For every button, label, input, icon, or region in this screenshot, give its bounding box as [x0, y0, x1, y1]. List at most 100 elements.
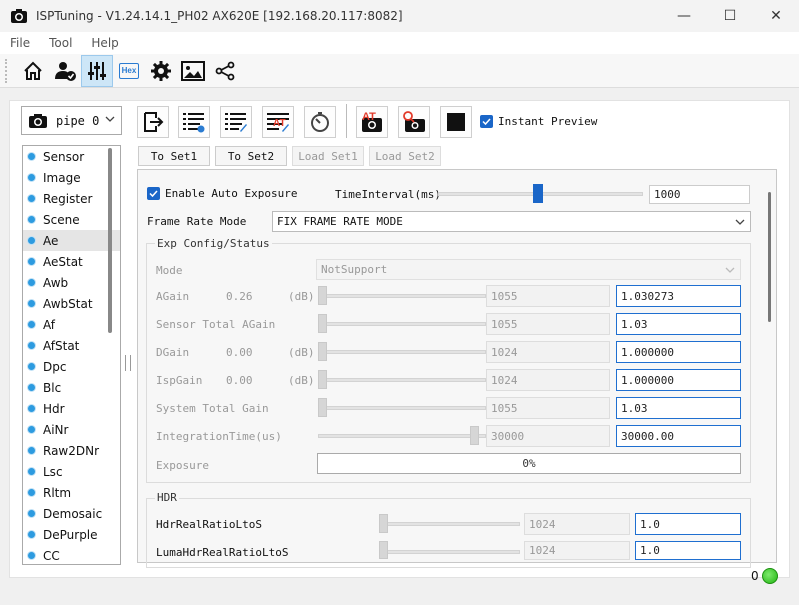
sliders-icon[interactable]	[81, 54, 113, 87]
again-raw-field: 1055	[486, 285, 610, 307]
list-check-button[interactable]	[178, 106, 210, 138]
luma-hdr-ratio-slider[interactable]	[381, 550, 520, 554]
hdr-ratio-slider[interactable]	[381, 522, 520, 526]
ispgain-label: IspGain	[156, 374, 203, 387]
gear-icon[interactable]	[145, 55, 177, 87]
dot-icon	[28, 300, 35, 307]
capture-button[interactable]	[398, 106, 430, 138]
dgain-real-input[interactable]: 1.000000	[616, 341, 741, 363]
menu-bar: File Tool Help	[0, 32, 799, 54]
splitter-handle[interactable]	[125, 355, 131, 371]
user-check-icon[interactable]	[49, 55, 81, 87]
sidebar-item-blc[interactable]: Blc	[23, 377, 120, 398]
sidebar-item-ainr[interactable]: AiNr	[23, 419, 120, 440]
sidebar-item-label: Rltm	[43, 485, 72, 500]
to-set1-button[interactable]: To Set1	[138, 146, 210, 166]
sensor-total-again-raw-field: 1055	[486, 313, 610, 335]
dot-icon	[28, 426, 35, 433]
stop-button[interactable]	[440, 106, 472, 138]
hdr-ratio-real-input[interactable]: 1.0	[635, 513, 741, 535]
frame-rate-mode-select[interactable]: FIX FRAME RATE MODE	[272, 211, 751, 232]
sensor-total-again-slider[interactable]	[318, 322, 486, 326]
integration-time-real-input[interactable]: 30000.00	[616, 425, 741, 447]
system-total-gain-real-input[interactable]: 1.03	[616, 397, 741, 419]
luma-hdr-ratio-real-input[interactable]: 1.0	[635, 541, 741, 560]
hdr-ratio-slider-handle[interactable]	[379, 514, 388, 533]
sidebar-item-image[interactable]: Image	[23, 167, 120, 188]
image-icon[interactable]	[177, 55, 209, 87]
sidebar-item-afstat[interactable]: AfStat	[23, 335, 120, 356]
load-set2-button[interactable]: Load Set2	[369, 146, 441, 166]
to-set2-button[interactable]: To Set2	[215, 146, 287, 166]
status-count: 0	[751, 569, 759, 583]
system-total-gain-slider[interactable]	[318, 406, 486, 410]
menu-help[interactable]: Help	[81, 36, 127, 50]
ispgain-slider-handle[interactable]	[318, 370, 327, 389]
ispgain-slider[interactable]	[318, 378, 486, 382]
list-edit-button[interactable]	[220, 106, 252, 138]
sidebar-item-cc[interactable]: CC	[23, 545, 120, 564]
sensor-total-again-real-input[interactable]: 1.03	[616, 313, 741, 335]
system-total-gain-slider-handle[interactable]	[318, 398, 327, 417]
auto-tune-list-button[interactable]: AT	[262, 106, 294, 138]
sidebar-item-ae[interactable]: Ae	[23, 230, 120, 251]
sidebar-item-af[interactable]: Af	[23, 314, 120, 335]
sidebar-scrollbar[interactable]	[108, 148, 112, 333]
time-interval-input[interactable]: 1000	[649, 185, 750, 204]
window-title: ISPTuning - V1.24.14.1_PH02 AX620E [192.…	[36, 9, 403, 23]
menu-tool[interactable]: Tool	[39, 36, 81, 50]
sidebar-item-rltm[interactable]: Rltm	[23, 482, 120, 503]
sidebar-item-hdr[interactable]: Hdr	[23, 398, 120, 419]
sidebar-item-sensor[interactable]: Sensor	[23, 146, 120, 167]
export-button[interactable]	[137, 106, 169, 138]
integration-time-slider[interactable]	[318, 434, 486, 438]
minimize-button[interactable]: —	[661, 0, 707, 32]
home-icon[interactable]	[17, 55, 49, 87]
share-icon[interactable]	[209, 55, 241, 87]
dgain-label: DGain	[156, 346, 190, 359]
dot-icon	[28, 174, 35, 181]
dot-icon	[28, 321, 35, 328]
enable-auto-exposure-checkbox[interactable]: Enable Auto Exposure	[147, 187, 297, 200]
again-slider-handle[interactable]	[318, 286, 327, 305]
sidebar-item-label: Demosaic	[43, 506, 103, 521]
sidebar-item-depurple[interactable]: DePurple	[23, 524, 120, 545]
luma-hdr-ratio-slider-handle[interactable]	[379, 541, 388, 559]
dgain-slider-handle[interactable]	[318, 342, 327, 361]
pipe-select[interactable]: pipe 0	[21, 106, 122, 135]
dot-icon	[28, 216, 35, 223]
sidebar-item-awbstat[interactable]: AwbStat	[23, 293, 120, 314]
time-interval-slider-handle[interactable]	[533, 184, 543, 203]
menu-file[interactable]: File	[0, 36, 39, 50]
stop-icon	[447, 113, 465, 131]
integration-time-slider-handle[interactable]	[470, 426, 479, 445]
close-button[interactable]: ✕	[753, 0, 799, 32]
integration-time-raw-field: 30000	[486, 425, 610, 447]
sidebar-item-scene[interactable]: Scene	[23, 209, 120, 230]
sidebar-item-register[interactable]: Register	[23, 188, 120, 209]
hex-icon[interactable]: Hex	[113, 55, 145, 87]
maximize-button[interactable]: ☐	[707, 0, 753, 32]
sensor-total-again-slider-handle[interactable]	[318, 314, 327, 333]
dgain-value: 0.00	[226, 346, 253, 359]
sidebar-item-aestat[interactable]: AeStat	[23, 251, 120, 272]
sidebar-item-lsc[interactable]: Lsc	[23, 461, 120, 482]
sidebar-item-awb[interactable]: Awb	[23, 272, 120, 293]
export-icon	[144, 112, 164, 132]
content-scrollbar[interactable]	[768, 192, 771, 322]
at-camera-button[interactable]: AT	[356, 106, 388, 138]
dgain-slider[interactable]	[318, 350, 486, 354]
sidebar-item-dpc[interactable]: Dpc	[23, 356, 120, 377]
sidebar-item-demosaic[interactable]: Demosaic	[23, 503, 120, 524]
again-slider[interactable]	[318, 294, 486, 298]
load-set1-button[interactable]: Load Set1	[292, 146, 364, 166]
dot-icon	[28, 531, 35, 538]
sidebar-item-label: Sensor	[43, 149, 85, 164]
instant-preview-checkbox[interactable]: Instant Preview	[480, 115, 597, 128]
mode-select[interactable]: NotSupport	[316, 259, 741, 280]
timer-button[interactable]	[304, 106, 336, 138]
sidebar-item-label: Raw2DNr	[43, 443, 100, 458]
again-real-input[interactable]: 1.030273	[616, 285, 741, 307]
sidebar-item-raw2dnr[interactable]: Raw2DNr	[23, 440, 120, 461]
ispgain-real-input[interactable]: 1.000000	[616, 369, 741, 391]
